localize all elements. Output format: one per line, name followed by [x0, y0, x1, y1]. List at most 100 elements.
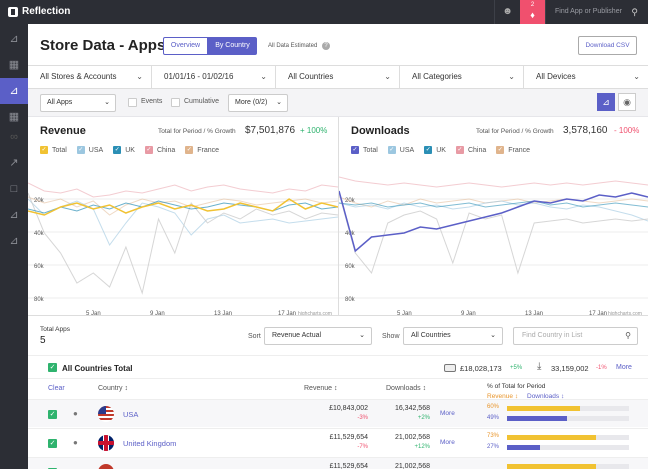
row-revenue: £11,529,654 — [329, 463, 368, 469]
total-row-more-link[interactable]: More — [616, 364, 632, 371]
clear-link[interactable]: Clear — [48, 385, 65, 392]
country-table-section: Total Apps 5 Sort Revenue Actual ⌄ Show A… — [28, 315, 648, 469]
categories-filter[interactable]: All Categories ⌄ — [400, 66, 524, 88]
table-row[interactable]: ✓ ● United Kingdom £11,529,654 -7% 21,002,568… — [28, 428, 648, 456]
sidebar-store-data-icon[interactable]: ⊿ — [0, 78, 28, 104]
table-row[interactable]: ✓ ● USA £10,843,002 -3% 16,342,568 +2% More 60% 4… — [28, 399, 648, 427]
legend-checkbox[interactable]: ✓ — [76, 146, 85, 154]
legend-checkbox[interactable]: ✓ — [387, 146, 396, 154]
downloads-legend-usa[interactable]: ✓ USA — [387, 146, 415, 154]
table-row[interactable]: ✓●£11,529,65421,002,568 — [28, 457, 648, 469]
downloads-column-header[interactable]: Downloads ↕ — [386, 385, 426, 392]
revenue-share-bar — [507, 464, 629, 469]
search-icon[interactable]: ⚲ — [625, 328, 631, 344]
row-more-link[interactable]: More — [440, 410, 455, 417]
downloads-legend-total[interactable]: ✓ Total — [351, 146, 378, 154]
sidebar-chart-icon[interactable]: ⊿ — [0, 26, 28, 52]
row-revenue-pct: 60% — [487, 404, 500, 410]
legend-checkbox[interactable]: ✓ — [185, 146, 194, 154]
countries-filter[interactable]: All Countries ⌄ — [276, 66, 400, 88]
revenue-legend-uk[interactable]: ✓ UK — [113, 146, 135, 154]
downloads-share-bar — [507, 416, 629, 421]
downloads-header-label: Downloads — [386, 385, 421, 392]
devices-filter-label: All Devices — [536, 72, 576, 81]
revenue-growth: + 100% — [300, 126, 328, 135]
chart-view-icon[interactable]: ⊿ — [597, 93, 615, 111]
chart-controls: All Apps ⌄ Events Cumulative More (0/2) ⌄ … — [28, 89, 648, 117]
download-csv-button[interactable]: Download CSV — [578, 36, 637, 55]
downloads-legend: ✓ Total ✓ USA ✓ UK ✓ China ✓ France — [351, 146, 530, 154]
legend-checkbox[interactable]: ✓ — [113, 146, 122, 154]
sidebar-chart3-icon[interactable]: ⊿ — [0, 228, 28, 254]
sidebar-link-icon[interactable]: ∞ — [0, 124, 28, 150]
logo-icon — [8, 6, 18, 17]
notifications-button[interactable]: 2 ♦ — [520, 0, 545, 24]
y-tick-label: 60k — [34, 264, 45, 270]
chevron-down-icon: ⌄ — [136, 72, 143, 81]
sort-label: Sort — [248, 333, 261, 340]
downloads-legend-uk[interactable]: ✓ UK — [424, 146, 446, 154]
apps-select[interactable]: All Apps ⌄ — [40, 94, 116, 112]
row-checkbox[interactable]: ✓ — [48, 410, 57, 419]
revenue-legend-france[interactable]: ✓ France — [185, 146, 219, 154]
app-name: Reflection — [22, 6, 71, 17]
globe-icon[interactable]: ◉ — [618, 93, 636, 111]
sidebar-table-icon[interactable]: ▦ — [0, 52, 28, 78]
find-country-input[interactable]: Find Country in List ⚲ — [513, 327, 638, 345]
revenue-series-china — [28, 182, 338, 198]
revenue-share-fill — [507, 406, 581, 411]
sidebar-chart2-icon[interactable]: ⊿ — [0, 202, 28, 228]
events-checkbox[interactable] — [128, 98, 137, 107]
apps-select-value: All Apps — [47, 99, 73, 106]
country-link[interactable]: USA — [123, 410, 138, 419]
downloads-legend-china[interactable]: ✓ China — [455, 146, 486, 154]
revenue-legend-china[interactable]: ✓ China — [144, 146, 175, 154]
sidebar-chat-icon[interactable]: □ — [0, 176, 28, 202]
country-column-header[interactable]: Country ↕ — [98, 385, 128, 392]
row-checkbox[interactable]: ✓ — [48, 439, 57, 448]
show-select[interactable]: All Countries ⌄ — [403, 327, 503, 345]
bell-icon: ♦ — [530, 10, 535, 20]
row-more-link[interactable]: More — [440, 439, 455, 446]
total-apps-label: Total Apps — [40, 326, 70, 333]
sort-select[interactable]: Revenue Actual ⌄ — [264, 327, 372, 345]
filter-bar: All Stores & Accounts ⌄ 01/01/16 - 01/02/… — [28, 65, 648, 89]
app-logo[interactable]: Reflection — [8, 6, 70, 17]
top-bar: Reflection ☻ 2 ♦ Find App or Publisher ⚲ — [0, 0, 648, 24]
chevron-down-icon: ⌄ — [633, 72, 640, 81]
total-row-checkbox[interactable]: ✓ — [48, 363, 57, 372]
user-icon[interactable]: ☻ — [494, 0, 520, 24]
uk-flag-icon — [98, 435, 114, 451]
total-row-revenue-growth: +5% — [510, 365, 523, 371]
legend-label: USA — [399, 146, 415, 154]
revenue-legend-total[interactable]: ✓ Total — [40, 146, 67, 154]
devices-filter[interactable]: All Devices ⌄ — [524, 66, 648, 88]
legend-checkbox[interactable]: ✓ — [496, 146, 505, 154]
revenue-legend-usa[interactable]: ✓ USA — [76, 146, 103, 154]
cumulative-checkbox[interactable] — [171, 98, 180, 107]
country-link[interactable]: United Kingdom — [123, 439, 176, 448]
row-revenue-growth: -3% — [357, 415, 368, 421]
more-select[interactable]: More (0/2) ⌄ — [228, 94, 288, 112]
legend-checkbox[interactable]: ✓ — [40, 146, 48, 154]
help-icon[interactable]: ? — [322, 42, 330, 50]
y-tick-label: 80k — [345, 297, 356, 303]
legend-checkbox[interactable]: ✓ — [424, 146, 433, 154]
total-row-label: All Countries Total — [62, 364, 133, 373]
date-range-filter[interactable]: 01/01/16 - 01/02/16 ⌄ — [152, 66, 276, 88]
app-search-input[interactable]: Find App or Publisher ⚲ — [545, 0, 648, 24]
more-select-value: More (0/2) — [235, 99, 268, 106]
show-select-value: All Countries — [411, 332, 451, 339]
legend-checkbox[interactable]: ✓ — [351, 146, 359, 154]
search-icon[interactable]: ⚲ — [631, 0, 638, 24]
tab-overview[interactable]: Overview — [163, 37, 208, 55]
revenue-column-header[interactable]: Revenue ↕ — [304, 385, 337, 392]
stores-filter[interactable]: All Stores & Accounts ⌄ — [28, 66, 152, 88]
legend-checkbox[interactable]: ✓ — [455, 146, 464, 154]
sidebar-trend-icon[interactable]: ↗ — [0, 150, 28, 176]
legend-label: France — [197, 146, 220, 154]
tab-by-country[interactable]: By Country — [208, 37, 257, 55]
categories-filter-label: All Categories — [412, 72, 462, 81]
legend-checkbox[interactable]: ✓ — [144, 146, 153, 154]
downloads-legend-france[interactable]: ✓ France — [496, 146, 530, 154]
